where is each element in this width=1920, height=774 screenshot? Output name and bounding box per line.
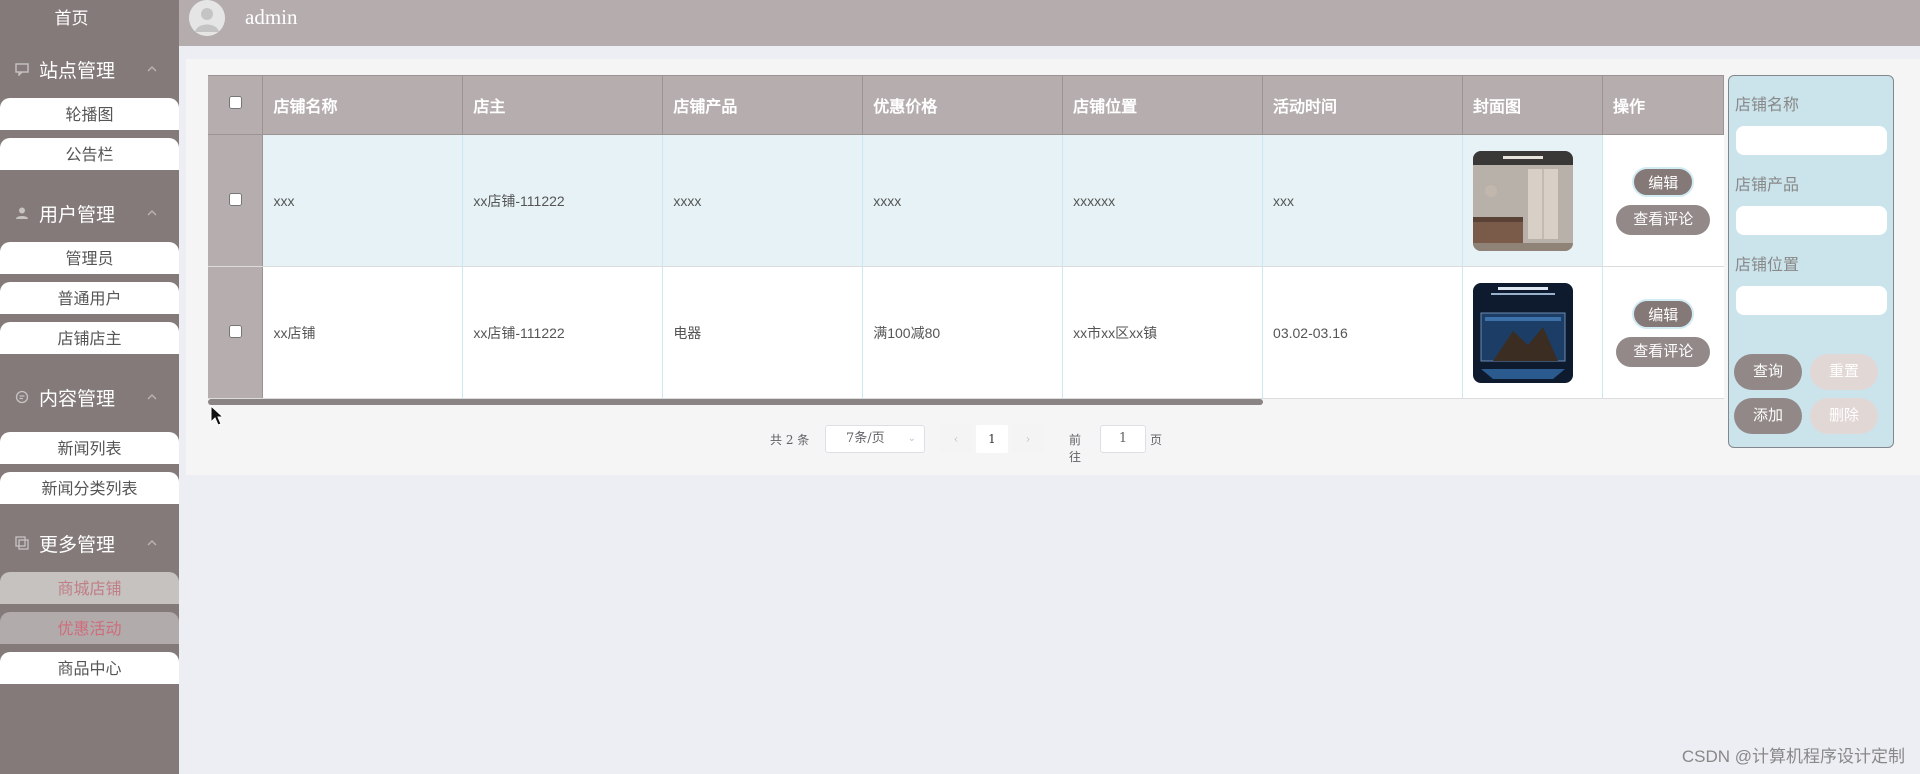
edit-button[interactable]: 编辑 [1632, 298, 1695, 329]
watermark: CSDN @计算机程序设计定制 [1681, 747, 1905, 766]
add-button[interactable]: 添加 [1734, 398, 1802, 434]
shop-product-label: 店铺产品 [1735, 177, 1800, 194]
cell-time: xxx [1262, 134, 1463, 267]
cell-time: 03.02-03.16 [1262, 266, 1463, 399]
cell-actions: 编辑 查看评论 [1602, 134, 1724, 267]
col-header-price[interactable]: 优惠价格 [862, 75, 1064, 135]
search-panel: 店铺名称 店铺产品 店铺位置 查询 重置 添加 删除 [1728, 75, 1894, 448]
col-header-cover: 封面图 [1462, 75, 1603, 135]
chevron-down-icon: ⌄ [907, 433, 916, 444]
sidebar-group-users[interactable]: 用户管理 [0, 198, 179, 228]
shop-name-input[interactable] [1736, 126, 1887, 155]
user-icon [15, 206, 29, 220]
page-size-value: 7条/页 [846, 431, 885, 446]
sidebar-group-more[interactable]: 更多管理 [0, 528, 179, 558]
col-header-actions: 操作 [1602, 75, 1724, 135]
chevron-up-icon [146, 537, 158, 549]
page-number-button[interactable]: 1 [976, 425, 1008, 453]
sidebar-item-shop-owners[interactable]: 店铺店主 [0, 322, 179, 354]
cell-shop-name: xxx [262, 134, 464, 267]
sidebar-item-products[interactable]: 商品中心 [0, 652, 179, 684]
col-header-product[interactable]: 店铺产品 [662, 75, 864, 135]
mouse-cursor-icon [210, 405, 226, 427]
query-button[interactable]: 查询 [1734, 354, 1802, 390]
prev-page-button[interactable]: ‹ [940, 425, 972, 453]
col-header-shop-name[interactable]: 店铺名称 [262, 75, 464, 135]
avatar[interactable] [189, 0, 225, 36]
username[interactable]: admin [245, 5, 298, 30]
topbar: admin [179, 0, 1920, 46]
chevron-right-icon: › [1025, 432, 1031, 446]
sidebar-group-label: 内容管理 [39, 388, 116, 410]
tv-promo-image[interactable] [1472, 282, 1573, 383]
col-header-owner[interactable]: 店主 [462, 75, 664, 135]
table-row[interactable]: xxx xx店铺-111222 xxxx xxxx xxxxxx xxx 编辑 … [208, 134, 1724, 267]
cell-actions: 编辑 查看评论 [1602, 266, 1724, 399]
copy-icon [15, 536, 29, 550]
chevron-up-icon [146, 63, 158, 75]
row-select-cell [208, 266, 264, 399]
row-select-cell [208, 134, 264, 267]
sidebar-group-content[interactable]: 内容管理 [0, 382, 179, 412]
sidebar-item-mall-shops[interactable]: 商城店铺 [0, 572, 179, 604]
sidebar-group-label: 用户管理 [39, 204, 116, 226]
shop-location-label: 店铺位置 [1735, 257, 1800, 274]
chevron-left-icon: ‹ [953, 432, 959, 446]
pagination-total: 共 2 条 [770, 433, 810, 447]
select-all-checkbox[interactable] [228, 96, 242, 109]
shop-product-input[interactable] [1736, 206, 1887, 235]
cell-location: xxxxxx [1062, 134, 1264, 267]
cell-cover [1462, 266, 1603, 399]
goto-page-input[interactable]: 1 [1100, 425, 1146, 453]
col-header-location[interactable]: 店铺位置 [1062, 75, 1264, 135]
col-header-time[interactable]: 活动时间 [1262, 75, 1463, 135]
sidebar-item-news-list[interactable]: 新闻列表 [0, 432, 179, 464]
cell-shop-name: xx店铺 [262, 266, 464, 399]
cell-product: xxxx [662, 134, 864, 267]
select-all-cell [208, 75, 264, 135]
sidebar-group-label: 站点管理 [39, 60, 116, 82]
delete-button[interactable]: 删除 [1810, 398, 1878, 434]
horizontal-scrollbar[interactable] [208, 399, 1263, 405]
sidebar-item-carousel[interactable]: 轮播图 [0, 98, 179, 130]
cell-location: xx市xx区xx镇 [1062, 266, 1264, 399]
sidebar-group-label: 更多管理 [39, 534, 116, 556]
cell-price: 满100减80 [862, 266, 1064, 399]
reset-button[interactable]: 重置 [1810, 354, 1878, 390]
chevron-up-icon [146, 391, 158, 403]
cell-price: xxxx [862, 134, 1064, 267]
edit-button[interactable]: 编辑 [1632, 166, 1695, 197]
cell-owner: xx店铺-111222 [462, 266, 664, 399]
message-icon [15, 390, 29, 404]
row-checkbox[interactable] [228, 192, 242, 206]
view-reviews-button[interactable]: 查看评论 [1616, 336, 1711, 367]
goto-label: 前往 [1069, 433, 1082, 464]
table-row[interactable]: xx店铺 xx店铺-111222 电器 满100减80 xx市xx区xx镇 03… [208, 266, 1724, 399]
sidebar-item-promotions[interactable]: 优惠活动 [0, 612, 179, 644]
page-size-select[interactable]: 7条/页 ⌄ [825, 425, 925, 453]
view-reviews-button[interactable]: 查看评论 [1616, 204, 1711, 235]
sidebar-item-normal-users[interactable]: 普通用户 [0, 282, 179, 314]
shop-table: 店铺名称 店主 店铺产品 优惠价格 店铺位置 活动时间 封面图 操作 xxx x… [208, 75, 1724, 399]
shop-location-input[interactable] [1736, 286, 1887, 315]
sidebar-group-site[interactable]: 站点管理 [0, 54, 179, 84]
sidebar-item-notice[interactable]: 公告栏 [0, 138, 179, 170]
next-page-button[interactable]: › [1012, 425, 1044, 453]
cell-cover [1462, 134, 1603, 267]
shop-name-label: 店铺名称 [1735, 97, 1800, 114]
sidebar-item-news-category[interactable]: 新闻分类列表 [0, 472, 179, 504]
sidebar-item-home[interactable]: 首页 [0, 4, 143, 29]
fridge-kitchen-image[interactable] [1472, 150, 1573, 251]
row-checkbox[interactable] [228, 324, 242, 338]
comment-icon [15, 62, 29, 76]
sidebar-item-admins[interactable]: 管理员 [0, 242, 179, 274]
chevron-up-icon [146, 207, 158, 219]
goto-unit: 页 [1150, 433, 1163, 447]
sidebar: 首页 站点管理 轮播图 公告栏 用户管理 管理员 普通用户 店铺店主 内容管理 … [0, 0, 179, 774]
cell-product: 电器 [662, 266, 864, 399]
table-header-row: 店铺名称 店主 店铺产品 优惠价格 店铺位置 活动时间 封面图 操作 [208, 75, 1724, 135]
cell-owner: xx店铺-111222 [462, 134, 664, 267]
